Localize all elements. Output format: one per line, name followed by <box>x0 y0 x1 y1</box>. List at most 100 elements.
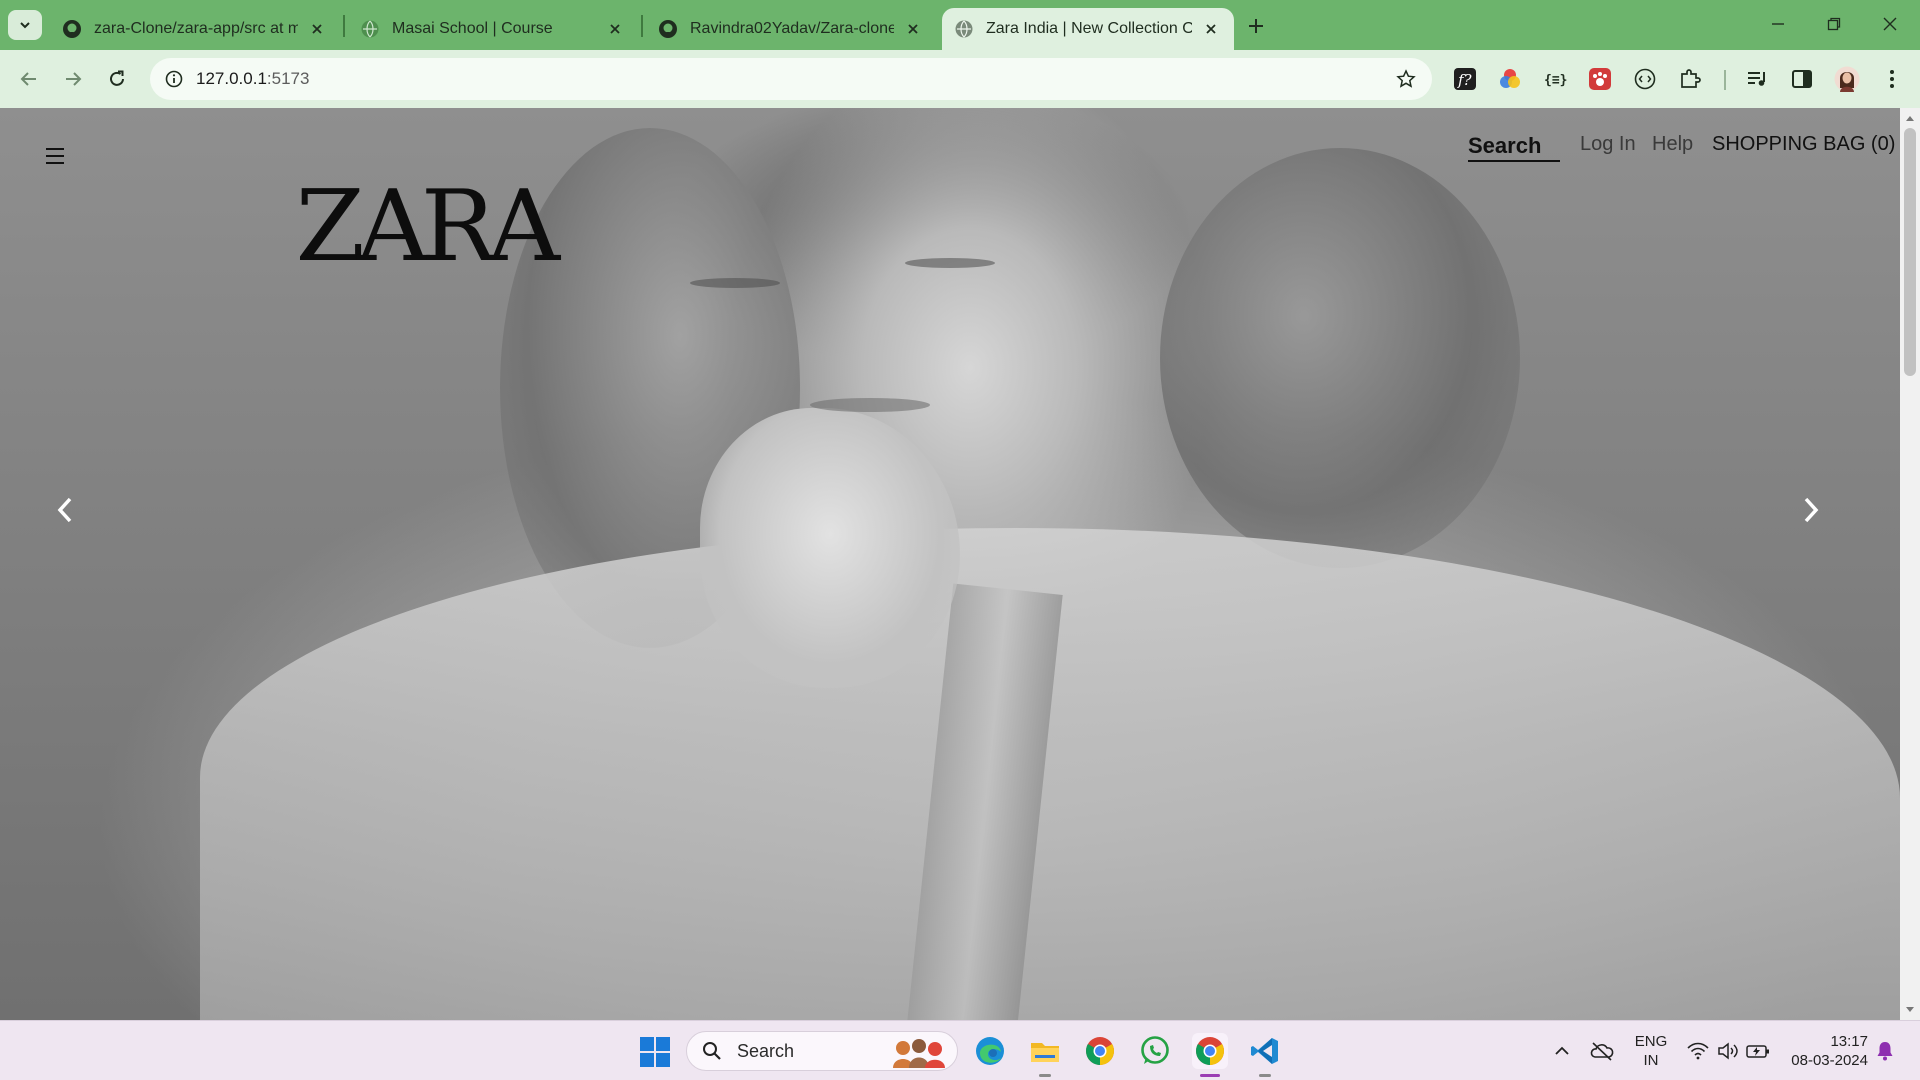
close-tab-icon[interactable] <box>902 18 924 40</box>
file-explorer-icon <box>1031 1043 1059 1062</box>
browser-tab-strip: zara-Clone/zara-app/src at main · Ravind… <box>0 0 1920 50</box>
reload-button[interactable] <box>102 64 132 94</box>
close-tab-icon[interactable] <box>1200 18 1222 40</box>
wifi-icon[interactable] <box>1686 1039 1710 1063</box>
side-panel-icon[interactable] <box>1789 66 1815 92</box>
hero-lips <box>810 398 930 412</box>
taskbar-search-box[interactable]: Search <box>686 1031 958 1071</box>
taskbar-edge[interactable] <box>972 1033 1008 1069</box>
close-tab-icon[interactable] <box>306 18 328 40</box>
nav-search-link[interactable]: Search <box>1468 133 1541 159</box>
globe-icon <box>955 20 973 38</box>
search-underline <box>1468 160 1560 162</box>
carousel-next-button[interactable] <box>1796 488 1826 532</box>
volume-icon[interactable] <box>1716 1039 1740 1063</box>
extensions-puzzle-icon[interactable] <box>1677 66 1703 92</box>
nav-help-link[interactable]: Help <box>1652 133 1693 156</box>
chevron-down-icon <box>20 22 30 29</box>
address-bar[interactable]: 127.0.0.1:5173 <box>150 58 1432 100</box>
minimize-button[interactable] <box>1758 8 1798 40</box>
chrome-menu-icon[interactable] <box>1879 66 1905 92</box>
hero-hand <box>700 408 960 688</box>
restore-icon <box>1827 17 1841 31</box>
search-highlight-people-icon <box>893 1039 945 1068</box>
page-scrollbar[interactable] <box>1900 108 1920 1020</box>
scroll-thumb[interactable] <box>1904 128 1916 376</box>
carousel-prev-button[interactable] <box>50 488 80 532</box>
windows-start-icon[interactable] <box>640 1037 670 1067</box>
tab-title: Zara India | New Collection Online <box>986 20 1192 37</box>
edge-icon <box>976 1037 1004 1065</box>
bookmark-star-icon[interactable] <box>1394 67 1418 91</box>
taskbar-clock[interactable]: 13:17 08-03-2024 <box>1784 1032 1868 1070</box>
tab-github-src[interactable]: zara-Clone/zara-app/src at main · Ravind… <box>50 8 340 50</box>
fonts-extension-icon[interactable]: f? <box>1452 66 1478 92</box>
chevron-right-icon <box>1804 497 1819 523</box>
chevron-left-icon <box>57 497 72 523</box>
tray-overflow-chevron-icon[interactable] <box>1550 1039 1574 1063</box>
arrow-left-icon <box>20 72 36 86</box>
github-icon <box>63 20 81 38</box>
nav-login-link[interactable]: Log In <box>1580 133 1636 156</box>
restore-button[interactable] <box>1814 8 1854 40</box>
close-window-button[interactable] <box>1870 8 1910 40</box>
browser-toolbar: 127.0.0.1:5173 f? {≡} <box>0 50 1920 108</box>
chrome-icon <box>1196 1037 1224 1065</box>
clock-time: 13:17 <box>1830 1033 1868 1050</box>
url-port: :5173 <box>266 69 310 88</box>
json-formatter-extension-icon[interactable]: {≡} <box>1542 66 1568 92</box>
url-text: 127.0.0.1:5173 <box>196 69 309 89</box>
github-icon <box>659 20 677 38</box>
taskbar-search-label: Search <box>737 1040 795 1061</box>
taskbar-file-explorer[interactable] <box>1027 1033 1063 1077</box>
language-indicator[interactable]: ENG IN <box>1634 1032 1668 1070</box>
running-indicator <box>1039 1074 1051 1077</box>
forward-button[interactable] <box>58 64 88 94</box>
page-viewport: ZARA Search Log In Help SHOPPING BAG (0) <box>0 108 1920 1020</box>
paw-extension-icon[interactable] <box>1587 66 1613 92</box>
close-icon <box>1883 17 1897 31</box>
hero-eye-left <box>690 278 780 288</box>
svg-text:f?: f? <box>1457 71 1473 89</box>
profile-avatar[interactable] <box>1834 66 1860 92</box>
battery-charging-icon[interactable] <box>1746 1039 1770 1063</box>
taskbar-chrome[interactable] <box>1082 1033 1118 1069</box>
close-tab-icon[interactable] <box>604 18 626 40</box>
running-indicator <box>1259 1074 1271 1077</box>
tab-masai-school[interactable]: Masai School | Course <box>348 8 638 50</box>
scroll-down-arrow-icon[interactable] <box>1904 1004 1916 1016</box>
plus-icon <box>1249 19 1263 33</box>
vscode-icon <box>1251 1038 1278 1064</box>
tab-zara-active[interactable]: Zara India | New Collection Online <box>942 8 1234 50</box>
hero-image <box>0 108 1900 1020</box>
language-code: ENG <box>1634 1033 1668 1050</box>
menu-hamburger-icon[interactable] <box>46 148 64 164</box>
tab-title: zara-Clone/zara-app/src at main · Ravind… <box>94 20 298 37</box>
arrow-right-icon <box>66 72 82 86</box>
tab-title: Ravindra02Yadav/Zara-clone: The Zara clo… <box>690 20 894 37</box>
site-info-icon[interactable] <box>162 67 186 91</box>
new-tab-button[interactable] <box>1242 12 1270 40</box>
onedrive-offline-icon[interactable] <box>1590 1039 1614 1063</box>
media-controls-icon[interactable] <box>1744 66 1770 92</box>
nav-shopping-bag-link[interactable]: SHOPPING BAG (0) <box>1712 133 1895 156</box>
reload-icon <box>110 70 124 86</box>
taskbar-chrome-active[interactable] <box>1192 1033 1228 1077</box>
tab-search-button[interactable] <box>8 10 42 40</box>
taskbar-whatsapp[interactable] <box>1137 1033 1173 1069</box>
zara-logo[interactable]: ZARA <box>295 178 560 276</box>
back-button[interactable] <box>14 64 44 94</box>
region-code: IN <box>1643 1052 1659 1069</box>
notification-bell-icon[interactable] <box>1874 1039 1896 1063</box>
search-icon <box>701 1040 723 1062</box>
svg-text:{≡}: {≡} <box>1544 73 1567 88</box>
minimize-icon <box>1772 23 1784 25</box>
color-picker-extension-icon[interactable] <box>1497 66 1523 92</box>
hero-eye-right <box>905 258 995 268</box>
scroll-up-arrow-icon[interactable] <box>1904 112 1916 124</box>
tab-github-repo[interactable]: Ravindra02Yadav/Zara-clone: The Zara clo… <box>646 8 936 50</box>
code-extension-icon[interactable] <box>1632 66 1658 92</box>
tab-separator <box>343 15 345 37</box>
taskbar-vscode[interactable] <box>1247 1033 1283 1077</box>
windows-taskbar: Search ENG IN 13:17 08-03-2024 <box>0 1020 1920 1080</box>
